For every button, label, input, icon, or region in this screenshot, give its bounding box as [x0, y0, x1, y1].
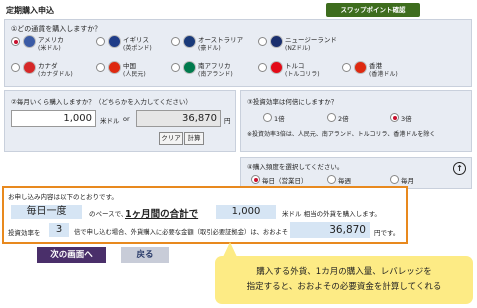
yen-amount-input[interactable]: 36,870	[136, 110, 221, 127]
currency-option[interactable]: 南アフリカ (南アランド)	[171, 60, 256, 82]
currency-unit: (香港ドル)	[369, 71, 398, 78]
summary-yen-value: 36,870	[290, 222, 370, 238]
currency-radio[interactable]	[96, 37, 105, 46]
flag-icon	[183, 61, 196, 74]
currency-radio[interactable]	[96, 63, 105, 72]
leverage-radio[interactable]	[327, 113, 336, 122]
currency-section: ①どの通貨を購入しますか？ アメリカ (米ドル) イギリス (英ポンド) オーストラリア…	[4, 19, 472, 87]
yen-unit-label: 円	[224, 117, 231, 125]
currency-unit: (カナダドル)	[38, 71, 73, 78]
currency-option[interactable]: ニュージーランド (NZドル)	[258, 34, 343, 56]
summary-amount-value: 1,000	[216, 205, 276, 219]
frequency-question: ④購入頻度を選択してください。	[247, 163, 344, 171]
summary-text2: 米ドル 相当の外貨を購入します。	[282, 210, 381, 218]
currency-option[interactable]: 香港 (香港ドル)	[342, 60, 427, 82]
summary-box: お申し込み内容は以下のとおりです。 毎日一度 のペースで、 1ヶ月間の合計で 1…	[2, 186, 408, 244]
currency-unit: (英ポンド)	[123, 45, 152, 52]
flag-icon	[23, 61, 36, 74]
leverage-radio[interactable]	[263, 113, 272, 122]
amount-section: ②毎月いくら購入しますか？（どちらかを入力してください） 1,000 米ドル o…	[4, 90, 236, 152]
flag-icon	[354, 61, 367, 74]
currency-option[interactable]: アメリカ (米ドル)	[11, 34, 96, 56]
calc-button[interactable]: 計算	[184, 132, 204, 145]
currency-radio[interactable]	[342, 63, 351, 72]
flag-icon	[270, 35, 283, 48]
flag-icon	[183, 35, 196, 48]
swap-point-button[interactable]: スワップポイント確認	[326, 3, 420, 17]
currency-unit: (南アランド)	[198, 71, 233, 78]
currency-option[interactable]: カナダ (カナダドル)	[11, 60, 96, 82]
foreign-unit-label: 米ドル	[100, 117, 120, 125]
currency-option[interactable]: イギリス (英ポンド)	[96, 34, 181, 56]
currency-unit: (トルコリラ)	[285, 71, 320, 78]
clear-button[interactable]: クリア	[159, 132, 183, 145]
callout-line-2: 指定すると、おおよその必要資金を計算してくれる	[246, 282, 442, 292]
flag-icon	[108, 35, 121, 48]
frequency-radio[interactable]	[327, 175, 336, 184]
next-button[interactable]: 次の画面へ	[37, 247, 106, 263]
frequency-section: ④購入頻度を選択してください。 ↑ 毎日（営業日） 毎週 毎月	[240, 157, 472, 189]
summary-total-label: 1ヶ月間の合計で	[125, 209, 199, 220]
foreign-amount-input[interactable]: 1,000	[11, 110, 96, 127]
currency-radio[interactable]	[258, 63, 267, 72]
currency-radio[interactable]	[11, 63, 20, 72]
currency-option[interactable]: トルコ (トルコリラ)	[258, 60, 343, 82]
summary-text4: 倍で申し込む場合、外貨購入に必要な金額（取引必要証拠金）は、おおよそ	[74, 229, 289, 236]
leverage-label: 3倍	[401, 115, 412, 123]
currency-unit: (人民元)	[123, 71, 146, 78]
callout-pointer	[223, 242, 237, 257]
summary-yen-unit: 円です。	[374, 229, 400, 237]
page-title: 定期購入申込	[6, 6, 54, 15]
callout-line-1: 購入する外貨、1カ月の購入量、レバレッジを	[256, 267, 432, 277]
or-label: or	[123, 115, 130, 123]
leverage-question: ③投資効率は何倍にしますか？	[247, 98, 338, 106]
leverage-radio[interactable]	[390, 113, 399, 122]
flag-icon	[23, 35, 36, 48]
leverage-section: ③投資効率は何倍にしますか？ 1倍 2倍 3倍 ※投資効率3倍は、人民元、南アランド…	[240, 90, 472, 152]
arrow-up-icon[interactable]: ↑	[453, 162, 466, 175]
currency-unit: (豪ドル)	[198, 45, 221, 52]
leverage-note: ※投資効率3倍は、人民元、南アランド、トルコリラ、香港ドルを除く	[247, 131, 436, 138]
frequency-label: 毎週	[338, 177, 351, 185]
summary-text3: 投資効率を	[8, 229, 41, 237]
currency-question: ①どの通貨を購入しますか？	[11, 25, 102, 33]
leverage-label: 1倍	[274, 115, 285, 123]
currency-radio[interactable]	[171, 63, 180, 72]
frequency-radio[interactable]	[390, 175, 399, 184]
frequency-radio[interactable]	[251, 175, 260, 184]
summary-intro: お申し込み内容は以下のとおりです。	[8, 193, 118, 201]
flag-icon	[108, 61, 121, 74]
frequency-label: 毎月	[401, 177, 414, 185]
explanation-callout: 購入する外貨、1カ月の購入量、レバレッジを 指定すると、おおよその必要資金を計算…	[215, 256, 473, 304]
currency-option[interactable]: 中国 (人民元)	[96, 60, 181, 82]
leverage-label: 2倍	[338, 115, 349, 123]
flag-icon	[270, 61, 283, 74]
currency-radio[interactable]	[11, 37, 20, 46]
summary-leverage-value: 3	[49, 223, 69, 237]
currency-radio[interactable]	[171, 37, 180, 46]
currency-option[interactable]: オーストラリア (豪ドル)	[171, 34, 256, 56]
currency-radio[interactable]	[258, 37, 267, 46]
frequency-label: 毎日（営業日）	[262, 177, 308, 185]
currency-unit: (NZドル)	[285, 45, 311, 52]
amount-question: ②毎月いくら購入しますか？（どちらかを入力してください）	[11, 98, 192, 106]
summary-frequency-value: 毎日一度	[11, 205, 82, 219]
back-button[interactable]: 戻る	[121, 247, 169, 263]
summary-text1: のペースで、	[89, 210, 128, 218]
currency-unit: (米ドル)	[38, 45, 61, 52]
